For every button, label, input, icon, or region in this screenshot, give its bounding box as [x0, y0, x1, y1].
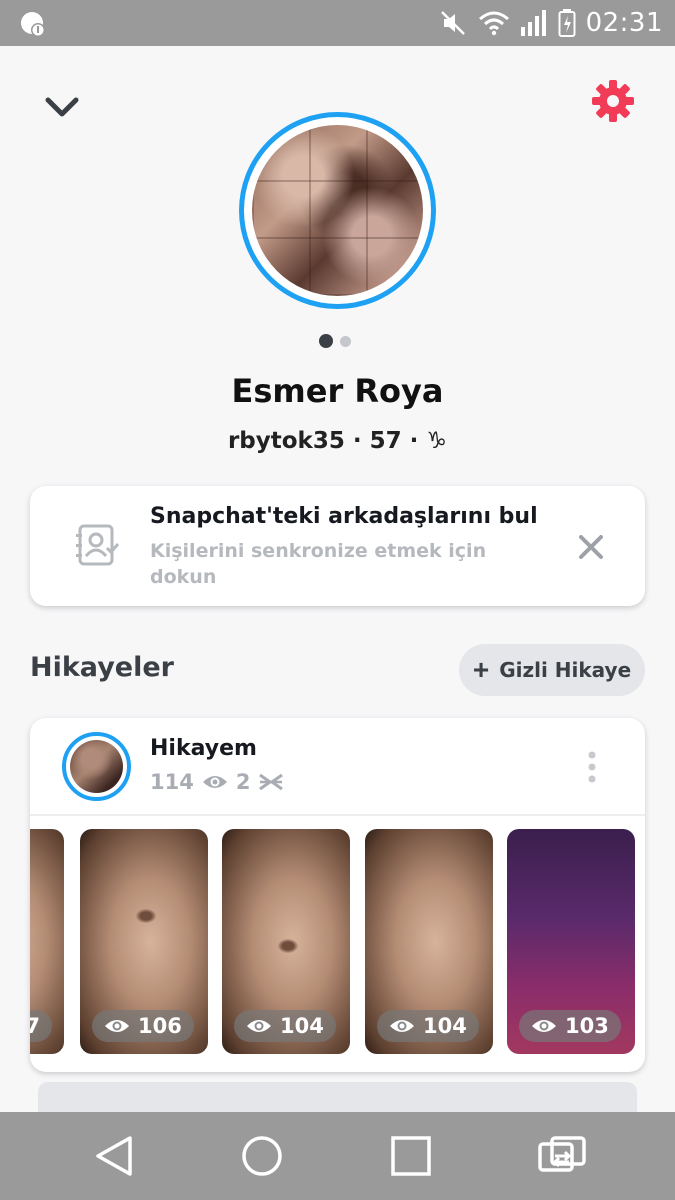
battery-icon [558, 9, 576, 37]
my-story-title: Hikayem [150, 736, 257, 761]
story-snap[interactable]: 104 [365, 829, 493, 1054]
android-nav-bar [0, 1112, 675, 1200]
eye-icon [105, 1020, 129, 1032]
chevron-down-icon[interactable] [42, 94, 82, 120]
find-friends-title: Snapchat'teki arkadaşlarını bul [150, 504, 538, 529]
wifi-icon [478, 11, 509, 36]
separator: · [409, 428, 419, 454]
profile-avatar[interactable] [239, 112, 436, 309]
eye-icon [202, 776, 227, 788]
story-snap[interactable]: 7 [30, 829, 64, 1054]
plus-icon: + [472, 654, 490, 685]
eye-icon [532, 1020, 556, 1032]
status-time: 02:31 [585, 8, 663, 38]
partially-visible-button[interactable] [38, 1082, 637, 1112]
snap-view-pill: 7 [30, 1010, 52, 1042]
eye-icon [247, 1020, 271, 1032]
zodiac-sign[interactable]: ♑ [426, 428, 447, 454]
divider [30, 814, 645, 816]
snap-score[interactable]: 57 [370, 428, 402, 454]
stories-section-title: Hikayeler [30, 652, 174, 683]
avatar-pager[interactable] [319, 334, 351, 348]
display-name: Esmer Roya [231, 372, 444, 410]
contacts-icon [76, 524, 120, 566]
find-friends-subtitle: Kişilerini senkronize etmek için dokun [150, 540, 487, 588]
story-snap[interactable]: 104 [222, 829, 350, 1054]
profile-screen[interactable]: Esmer Roya rbytok35 · 57 · ♑ Snapchat'te… [0, 46, 675, 1112]
avatar-photo [252, 125, 423, 296]
story-snap[interactable]: 106 [80, 829, 208, 1054]
snap-view-count: 106 [138, 1014, 182, 1038]
story-thumbnail [70, 740, 123, 793]
snap-view-pill: 106 [92, 1010, 194, 1042]
snap-view-count: 103 [565, 1014, 609, 1038]
status-bar: 02:31 [0, 0, 675, 46]
snap-view-count: 7 [30, 1014, 40, 1038]
snap-view-count: 104 [280, 1014, 324, 1038]
username[interactable]: rbytok35 [228, 428, 345, 454]
find-friends-card[interactable]: Snapchat'teki arkadaşlarını bul Kişileri… [30, 486, 645, 606]
eye-icon [390, 1020, 414, 1032]
snap-view-pill: 103 [519, 1010, 621, 1042]
notification-icon [21, 12, 45, 37]
recents-icon[interactable] [389, 1134, 433, 1178]
signal-icon [520, 10, 546, 36]
back-icon[interactable] [92, 1134, 136, 1178]
snap-image-detail [136, 909, 156, 923]
gear-icon[interactable] [590, 78, 636, 124]
pager-dot-active[interactable] [319, 334, 333, 348]
my-story-card[interactable]: Hikayem 114 2 7 106 104 104 103 [30, 718, 645, 1072]
story-screenshot-count: 2 [235, 770, 251, 794]
screen-rotate-icon[interactable] [537, 1134, 587, 1178]
story-snap[interactable]: 103 [507, 829, 635, 1054]
pager-dot[interactable] [340, 335, 351, 347]
my-story-avatar[interactable] [62, 732, 131, 801]
private-story-label: Gizli Hikaye [499, 658, 632, 682]
profile-subline: rbytok35 · 57 · ♑ [0, 428, 675, 454]
screenshot-icon [259, 773, 284, 791]
story-view-count: 114 [150, 770, 194, 794]
separator: · [352, 428, 362, 454]
story-snaps-carousel[interactable]: 7 106 104 104 103 [30, 829, 645, 1054]
mute-icon [440, 11, 465, 35]
more-options-icon[interactable] [586, 750, 598, 784]
my-story-stats: 114 2 [150, 770, 284, 794]
snap-image-detail [278, 939, 298, 953]
snap-view-pill: 104 [234, 1010, 336, 1042]
snap-view-count: 104 [423, 1014, 467, 1038]
close-icon[interactable] [578, 534, 604, 560]
home-icon[interactable] [240, 1134, 284, 1178]
add-private-story-button[interactable]: + Gizli Hikaye [459, 644, 645, 696]
snap-view-pill: 104 [377, 1010, 479, 1042]
